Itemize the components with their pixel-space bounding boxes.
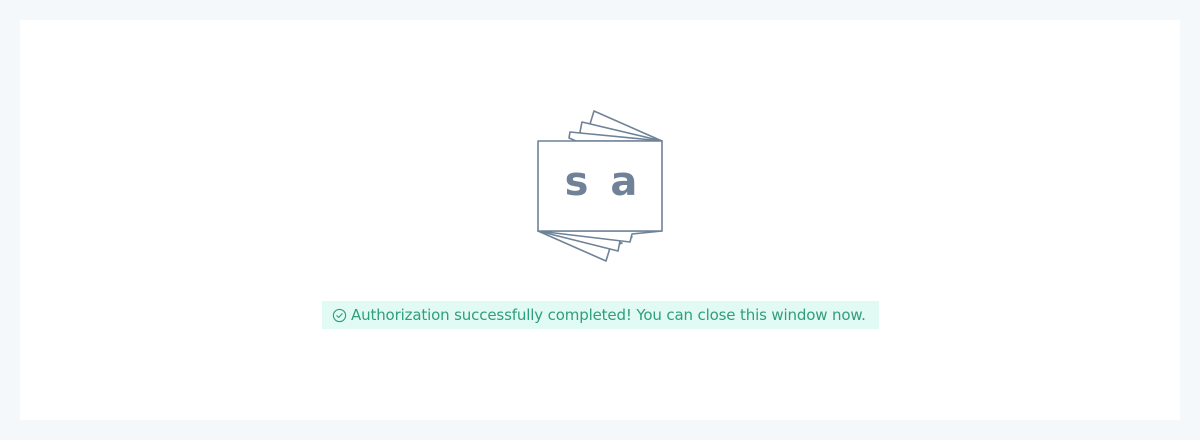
check-circle-icon <box>332 308 347 323</box>
logo-letters: s a <box>540 142 662 230</box>
logo-letter-s: s <box>564 159 589 205</box>
success-alert: Authorization successfully completed! Yo… <box>322 301 879 329</box>
logo-letter-a: a <box>610 159 638 205</box>
app-logo: s a <box>536 108 666 264</box>
success-message: Authorization successfully completed! Yo… <box>351 306 866 324</box>
